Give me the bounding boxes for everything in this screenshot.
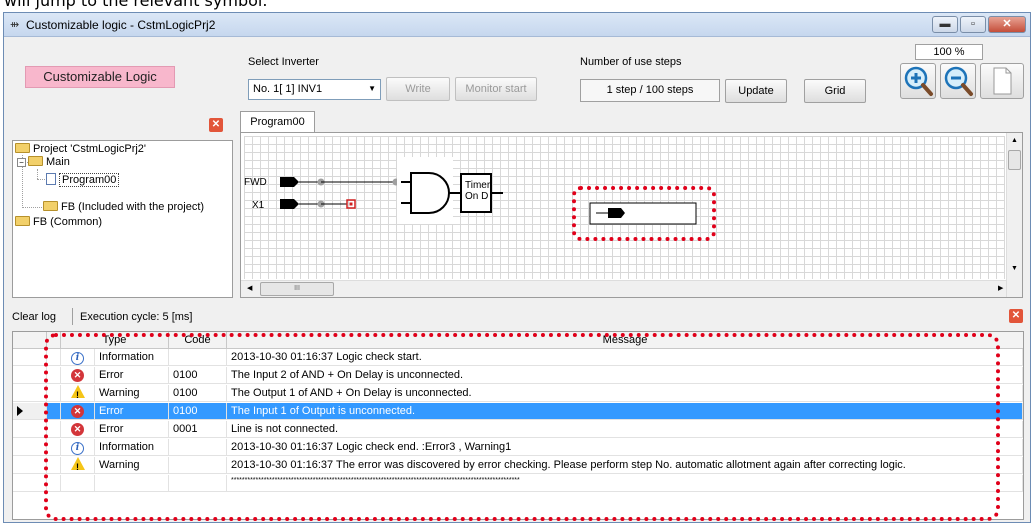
grid-button[interactable]: Grid bbox=[804, 79, 866, 103]
input-x1-label: X1 bbox=[252, 200, 265, 211]
row-pointer-icon bbox=[17, 406, 23, 416]
zoom-in-button[interactable] bbox=[900, 63, 936, 99]
clear-log-button[interactable]: Clear log bbox=[12, 311, 56, 323]
folder-icon bbox=[43, 201, 58, 211]
scroll-down-icon[interactable]: ▼ bbox=[1011, 265, 1018, 272]
timer-label: Timer bbox=[465, 180, 491, 191]
select-inverter-label: Select Inverter bbox=[248, 56, 319, 68]
tree-panel-close-icon[interactable]: ✕ bbox=[209, 118, 223, 132]
tree-item-project[interactable]: Project 'CstmLogicPrj2' bbox=[15, 143, 146, 156]
highlight-output bbox=[572, 186, 716, 241]
input-fwd-terminal[interactable] bbox=[280, 177, 299, 187]
chevron-down-icon: ▼ bbox=[368, 84, 376, 93]
close-button[interactable]: ✕ bbox=[988, 16, 1026, 33]
input-x1-terminal[interactable] bbox=[280, 199, 299, 209]
zoom-in-icon bbox=[904, 66, 933, 96]
tree-item-fb-common[interactable]: FB (Common) bbox=[15, 216, 102, 229]
zoom-out-button[interactable] bbox=[940, 63, 976, 99]
zoom-out-icon bbox=[944, 66, 973, 96]
inverter-select[interactable]: No. 1[ 1] INV1 ▼ bbox=[248, 79, 381, 100]
vscroll-thumb[interactable] bbox=[1008, 150, 1021, 170]
tree-item-main[interactable]: − Main bbox=[17, 156, 70, 169]
scroll-left-icon[interactable]: ◀ bbox=[247, 284, 252, 292]
write-button[interactable]: Write bbox=[386, 77, 450, 101]
execution-cycle-label: Execution cycle: 5 [ms] bbox=[80, 311, 193, 323]
timer-sub-label: On D bbox=[465, 191, 488, 202]
zoom-level: 100 % bbox=[915, 44, 983, 60]
minimize-button[interactable]: ▬ bbox=[932, 16, 958, 33]
logic-editor[interactable]: FWD X1 Timer On D ▲ ▼ ◀ III ▶ bbox=[240, 132, 1023, 298]
folder-open-icon bbox=[28, 156, 43, 166]
top-caption: will jump to the relevant symbol. bbox=[4, 0, 268, 10]
program-icon bbox=[46, 173, 56, 185]
highlight-log bbox=[44, 333, 1000, 521]
editor-horizontal-scrollbar[interactable]: ◀ III ▶ bbox=[241, 280, 1006, 297]
editor-vertical-scrollbar[interactable]: ▲ ▼ bbox=[1006, 133, 1022, 297]
app-icon: ⇻ bbox=[10, 19, 20, 31]
hscroll-thumb[interactable]: III bbox=[260, 282, 334, 296]
collapse-icon[interactable]: − bbox=[17, 158, 26, 167]
tab-program00[interactable]: Program00 bbox=[240, 111, 315, 132]
update-button[interactable]: Update bbox=[725, 79, 787, 103]
app-window: ⇻ Customizable logic - CstmLogicPrj2 ▬ ▫… bbox=[3, 12, 1031, 523]
log-toolbar: Clear log Execution cycle: 5 [ms] ✕ bbox=[12, 305, 1024, 329]
tree-item-fb-project[interactable]: FB (Included with the project) bbox=[43, 201, 204, 214]
project-tree: Project 'CstmLogicPrj2' − Main Program00 … bbox=[12, 140, 233, 298]
inverter-select-value: No. 1[ 1] INV1 bbox=[253, 83, 323, 95]
title-bar: ⇻ Customizable logic - CstmLogicPrj2 ▬ ▫… bbox=[4, 13, 1030, 37]
log-panel-close-icon[interactable]: ✕ bbox=[1009, 309, 1023, 323]
and-gate[interactable] bbox=[410, 172, 450, 214]
maximize-button[interactable]: ▫ bbox=[960, 16, 986, 33]
fit-page-button[interactable] bbox=[980, 63, 1024, 99]
tree-item-program00[interactable]: Program00 bbox=[46, 173, 120, 187]
use-steps-label: Number of use steps bbox=[580, 56, 682, 68]
toolbar-divider bbox=[72, 308, 73, 325]
folder-open-icon bbox=[15, 143, 30, 153]
page-icon bbox=[993, 67, 1012, 95]
input-fwd-label: FWD bbox=[244, 177, 267, 188]
customizable-logic-label: Customizable Logic bbox=[25, 66, 175, 88]
folder-icon bbox=[15, 216, 30, 226]
monitor-start-button[interactable]: Monitor start bbox=[455, 77, 537, 101]
steps-value: 1 step / 100 steps bbox=[580, 79, 720, 102]
scroll-right-icon[interactable]: ▶ bbox=[998, 284, 1003, 292]
window-title: Customizable logic - CstmLogicPrj2 bbox=[26, 18, 216, 32]
scroll-up-icon[interactable]: ▲ bbox=[1011, 137, 1018, 144]
